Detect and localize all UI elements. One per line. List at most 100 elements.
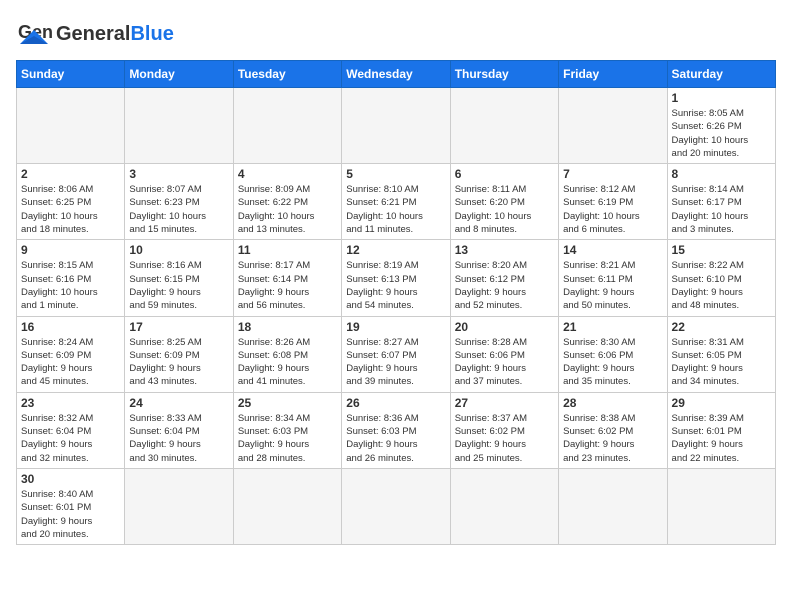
- calendar-cell: 28 Sunrise: 8:38 AMSunset: 6:02 PMDayligh…: [559, 392, 667, 468]
- day-number: 17: [129, 320, 228, 334]
- calendar-row: 2Sunrise: 8:06 AMSunset: 6:25 PMDaylight…: [17, 164, 776, 240]
- day-info: Sunrise: 8:07 AMSunset: 6:23 PMDaylight:…: [129, 183, 228, 236]
- day-info: Sunrise: 8:40 AMSunset: 6:01 PMDaylight:…: [21, 488, 120, 541]
- calendar-cell: 3 Sunrise: 8:07 AMSunset: 6:23 PMDaylight…: [125, 164, 233, 240]
- calendar-cell: 18Sunrise: 8:26 AMSunset: 6:08 PMDayligh…: [233, 316, 341, 392]
- calendar-cell: 24Sunrise: 8:33 AMSunset: 6:04 PMDayligh…: [125, 392, 233, 468]
- day-number: 29: [672, 396, 771, 410]
- calendar-cell: 13 Sunrise: 8:20 AMSunset: 6:12 PMDayligh…: [450, 240, 558, 316]
- day-info: Sunrise: 8:10 AMSunset: 6:21 PMDaylight:…: [346, 183, 445, 236]
- calendar-cell: 9Sunrise: 8:15 AMSunset: 6:16 PMDaylight…: [17, 240, 125, 316]
- logo: General GeneralBlue: [16, 16, 174, 52]
- weekday-header-monday: Monday: [125, 61, 233, 88]
- day-info: Sunrise: 8:38 AMSunset: 6:02 PMDaylight:…: [563, 412, 662, 465]
- calendar-cell: [450, 468, 558, 544]
- day-info: Sunrise: 8:32 AMSunset: 6:04 PMDaylight:…: [21, 412, 120, 465]
- day-info: Sunrise: 8:06 AMSunset: 6:25 PMDaylight:…: [21, 183, 120, 236]
- day-info: Sunrise: 8:05 AMSunset: 6:26 PMDaylight:…: [672, 107, 771, 160]
- calendar-cell: 25 Sunrise: 8:34 AMSunset: 6:03 PMDayligh…: [233, 392, 341, 468]
- day-info: Sunrise: 8:20 AMSunset: 6:12 PMDaylight:…: [455, 259, 554, 312]
- day-number: 13: [455, 243, 554, 257]
- weekday-header-wednesday: Wednesday: [342, 61, 450, 88]
- calendar-cell: [125, 88, 233, 164]
- day-info: Sunrise: 8:19 AMSunset: 6:13 PMDaylight:…: [346, 259, 445, 312]
- calendar-cell: 27 Sunrise: 8:37 AMSunset: 6:02 PMDayligh…: [450, 392, 558, 468]
- day-number: 6: [455, 167, 554, 181]
- weekday-header-sunday: Sunday: [17, 61, 125, 88]
- day-number: 28: [563, 396, 662, 410]
- calendar-cell: 29 Sunrise: 8:39 AMSunset: 6:01 PMDayligh…: [667, 392, 775, 468]
- day-number: 24: [129, 396, 228, 410]
- logo-label: GeneralBlue: [56, 23, 174, 45]
- day-number: 18: [238, 320, 337, 334]
- calendar-cell: 23 Sunrise: 8:32 AMSunset: 6:04 PMDayligh…: [17, 392, 125, 468]
- calendar-cell: [342, 88, 450, 164]
- weekday-header-tuesday: Tuesday: [233, 61, 341, 88]
- day-info: Sunrise: 8:14 AMSunset: 6:17 PMDaylight:…: [672, 183, 771, 236]
- calendar-cell: 5Sunrise: 8:10 AMSunset: 6:21 PMDaylight…: [342, 164, 450, 240]
- calendar-cell: [17, 88, 125, 164]
- calendar-cell: 26Sunrise: 8:36 AMSunset: 6:03 PMDayligh…: [342, 392, 450, 468]
- calendar-cell: 2Sunrise: 8:06 AMSunset: 6:25 PMDaylight…: [17, 164, 125, 240]
- calendar: SundayMondayTuesdayWednesdayThursdayFrid…: [16, 60, 776, 545]
- calendar-row: 30 Sunrise: 8:40 AMSunset: 6:01 PMDayligh…: [17, 468, 776, 544]
- calendar-cell: [450, 88, 558, 164]
- day-number: 9: [21, 243, 120, 257]
- calendar-cell: [667, 468, 775, 544]
- day-info: Sunrise: 8:28 AMSunset: 6:06 PMDaylight:…: [455, 336, 554, 389]
- calendar-row: 9Sunrise: 8:15 AMSunset: 6:16 PMDaylight…: [17, 240, 776, 316]
- day-info: Sunrise: 8:09 AMSunset: 6:22 PMDaylight:…: [238, 183, 337, 236]
- calendar-row: 16Sunrise: 8:24 AMSunset: 6:09 PMDayligh…: [17, 316, 776, 392]
- day-info: Sunrise: 8:37 AMSunset: 6:02 PMDaylight:…: [455, 412, 554, 465]
- day-number: 20: [455, 320, 554, 334]
- calendar-cell: 30 Sunrise: 8:40 AMSunset: 6:01 PMDayligh…: [17, 468, 125, 544]
- calendar-row: 23 Sunrise: 8:32 AMSunset: 6:04 PMDayligh…: [17, 392, 776, 468]
- day-number: 12: [346, 243, 445, 257]
- calendar-cell: [559, 88, 667, 164]
- day-info: Sunrise: 8:27 AMSunset: 6:07 PMDaylight:…: [346, 336, 445, 389]
- calendar-cell: 17 Sunrise: 8:25 AMSunset: 6:09 PMDayligh…: [125, 316, 233, 392]
- day-info: Sunrise: 8:17 AMSunset: 6:14 PMDaylight:…: [238, 259, 337, 312]
- day-number: 21: [563, 320, 662, 334]
- weekday-header-friday: Friday: [559, 61, 667, 88]
- calendar-cell: 8Sunrise: 8:14 AMSunset: 6:17 PMDaylight…: [667, 164, 775, 240]
- day-number: 23: [21, 396, 120, 410]
- day-info: Sunrise: 8:34 AMSunset: 6:03 PMDaylight:…: [238, 412, 337, 465]
- day-number: 15: [672, 243, 771, 257]
- day-number: 25: [238, 396, 337, 410]
- calendar-cell: 11Sunrise: 8:17 AMSunset: 6:14 PMDayligh…: [233, 240, 341, 316]
- day-info: Sunrise: 8:21 AMSunset: 6:11 PMDaylight:…: [563, 259, 662, 312]
- calendar-cell: 21 Sunrise: 8:30 AMSunset: 6:06 PMDayligh…: [559, 316, 667, 392]
- weekday-header-row: SundayMondayTuesdayWednesdayThursdayFrid…: [17, 61, 776, 88]
- calendar-cell: [233, 88, 341, 164]
- calendar-cell: 14Sunrise: 8:21 AMSunset: 6:11 PMDayligh…: [559, 240, 667, 316]
- day-number: 27: [455, 396, 554, 410]
- day-info: Sunrise: 8:25 AMSunset: 6:09 PMDaylight:…: [129, 336, 228, 389]
- calendar-cell: [342, 468, 450, 544]
- day-number: 10: [129, 243, 228, 257]
- day-info: Sunrise: 8:31 AMSunset: 6:05 PMDaylight:…: [672, 336, 771, 389]
- day-number: 3: [129, 167, 228, 181]
- day-number: 19: [346, 320, 445, 334]
- day-info: Sunrise: 8:39 AMSunset: 6:01 PMDaylight:…: [672, 412, 771, 465]
- day-info: Sunrise: 8:30 AMSunset: 6:06 PMDaylight:…: [563, 336, 662, 389]
- calendar-cell: 15 Sunrise: 8:22 AMSunset: 6:10 PMDayligh…: [667, 240, 775, 316]
- header: General GeneralBlue: [16, 16, 776, 52]
- day-number: 22: [672, 320, 771, 334]
- weekday-header-thursday: Thursday: [450, 61, 558, 88]
- weekday-header-saturday: Saturday: [667, 61, 775, 88]
- calendar-cell: 20 Sunrise: 8:28 AMSunset: 6:06 PMDayligh…: [450, 316, 558, 392]
- day-number: 1: [672, 91, 771, 105]
- calendar-cell: [233, 468, 341, 544]
- calendar-cell: 22 Sunrise: 8:31 AMSunset: 6:05 PMDayligh…: [667, 316, 775, 392]
- day-number: 26: [346, 396, 445, 410]
- calendar-cell: 1 Sunrise: 8:05 AMSunset: 6:26 PMDaylight…: [667, 88, 775, 164]
- day-info: Sunrise: 8:16 AMSunset: 6:15 PMDaylight:…: [129, 259, 228, 312]
- day-info: Sunrise: 8:24 AMSunset: 6:09 PMDaylight:…: [21, 336, 120, 389]
- calendar-cell: 19 Sunrise: 8:27 AMSunset: 6:07 PMDayligh…: [342, 316, 450, 392]
- calendar-cell: [559, 468, 667, 544]
- day-number: 30: [21, 472, 120, 486]
- calendar-cell: 6Sunrise: 8:11 AMSunset: 6:20 PMDaylight…: [450, 164, 558, 240]
- day-info: Sunrise: 8:22 AMSunset: 6:10 PMDaylight:…: [672, 259, 771, 312]
- day-info: Sunrise: 8:12 AMSunset: 6:19 PMDaylight:…: [563, 183, 662, 236]
